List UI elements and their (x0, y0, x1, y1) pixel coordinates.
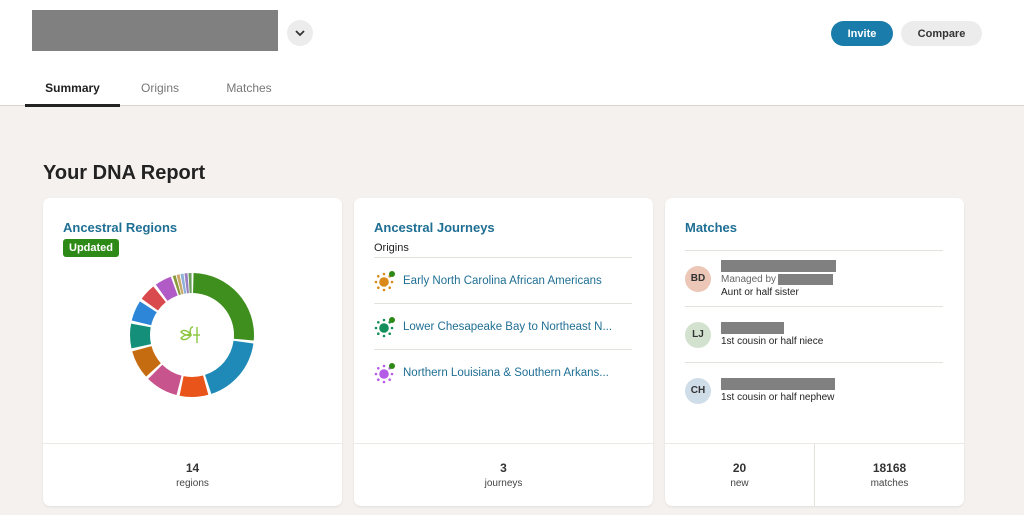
total-matches-count: 18168 (872, 461, 907, 475)
regions-footer: 14 regions (43, 443, 342, 506)
journey-item[interactable]: Northern Louisiana & Southern Arkans... (374, 349, 632, 395)
journeys-footer: 3 journeys (354, 443, 653, 506)
journey-dots-icon (374, 316, 395, 337)
regions-label: regions (176, 478, 209, 489)
manager-name-redacted (778, 273, 834, 285)
profile-dropdown-button[interactable] (287, 20, 313, 46)
match-item[interactable]: LJ 1st cousin or half niece (685, 306, 943, 362)
matches-footer: 20 new 18168 matches (665, 443, 964, 506)
journey-label: Early North Carolina African Americans (403, 274, 602, 287)
tab-summary[interactable]: Summary (25, 70, 120, 107)
journey-dots-icon (374, 270, 395, 291)
ancestral-journeys-title[interactable]: Ancestral Journeys (374, 220, 495, 235)
invite-button[interactable]: Invite (831, 21, 893, 46)
journeys-stat[interactable]: 3 journeys (354, 444, 653, 506)
ethnicity-donut-chart[interactable] (129, 272, 255, 398)
donut-segment[interactable] (188, 273, 192, 294)
journey-item[interactable]: Early North Carolina African Americans (374, 257, 632, 303)
journey-list: Early North Carolina African Americans L… (374, 257, 632, 395)
journey-label: Lower Chesapeake Bay to Northeast N... (403, 320, 613, 333)
journey-item[interactable]: Lower Chesapeake Bay to Northeast N... (374, 303, 632, 349)
ancestral-regions-title[interactable]: Ancestral Regions (63, 220, 177, 235)
new-matches-label: new (730, 478, 749, 489)
regions-stat[interactable]: 14 regions (43, 444, 342, 506)
avatar: CH (685, 377, 711, 404)
managed-by-label: Managed by (721, 273, 777, 285)
journey-label: Northern Louisiana & Southern Arkans... (403, 366, 609, 379)
relationship: Aunt or half sister (721, 286, 799, 298)
managed-by: Managed by (721, 273, 836, 285)
compare-button[interactable]: Compare (901, 21, 982, 46)
avatar: BD (685, 265, 711, 292)
match-name-redacted (721, 259, 836, 272)
donut-segment[interactable] (193, 273, 254, 341)
top-bar: Invite Compare Summary Origins Matches (0, 0, 1024, 107)
ancestry-leaf-icon (180, 326, 200, 343)
journeys-label: journeys (484, 478, 523, 489)
updated-badge: Updated (63, 239, 119, 257)
total-matches-stat[interactable]: 18168 matches (814, 444, 964, 506)
ancestral-regions-card[interactable]: Ancestral Regions Updated 14 regions (43, 198, 342, 506)
profile-name-redacted (32, 10, 278, 51)
matches-card[interactable]: Matches BD Managed by Aunt or half siste… (665, 198, 964, 506)
origins-subtitle: Origins (374, 242, 409, 254)
match-item[interactable]: BD Managed by Aunt or half sister (685, 250, 943, 306)
page-title: Your DNA Report (43, 162, 206, 184)
match-item[interactable]: CH 1st cousin or half nephew (685, 362, 943, 418)
donut-segment[interactable] (179, 375, 209, 397)
match-name-redacted (721, 322, 784, 334)
matches-title[interactable]: Matches (685, 220, 737, 235)
tab-origins[interactable]: Origins (120, 70, 200, 106)
new-matches-count: 20 (732, 461, 747, 475)
avatar: LJ (685, 321, 711, 348)
journey-dots-icon (374, 362, 395, 383)
donut-segment[interactable] (205, 340, 254, 394)
donut-segment[interactable] (130, 323, 151, 349)
relationship: 1st cousin or half niece (721, 336, 824, 347)
ancestral-journeys-card[interactable]: Ancestral Journeys Origins Early North C… (354, 198, 653, 506)
journeys-count: 3 (500, 461, 507, 475)
new-matches-stat[interactable]: 20 new (665, 444, 814, 506)
tab-matches[interactable]: Matches (200, 70, 298, 106)
match-name-redacted (721, 378, 835, 390)
total-matches-label: matches (870, 478, 909, 489)
relationship: 1st cousin or half nephew (721, 392, 835, 403)
regions-count: 14 (185, 461, 200, 475)
match-list: BD Managed by Aunt or half sister LJ 1st… (685, 250, 943, 418)
chevron-down-icon (295, 29, 305, 36)
tab-bar: Summary Origins Matches (25, 70, 298, 107)
